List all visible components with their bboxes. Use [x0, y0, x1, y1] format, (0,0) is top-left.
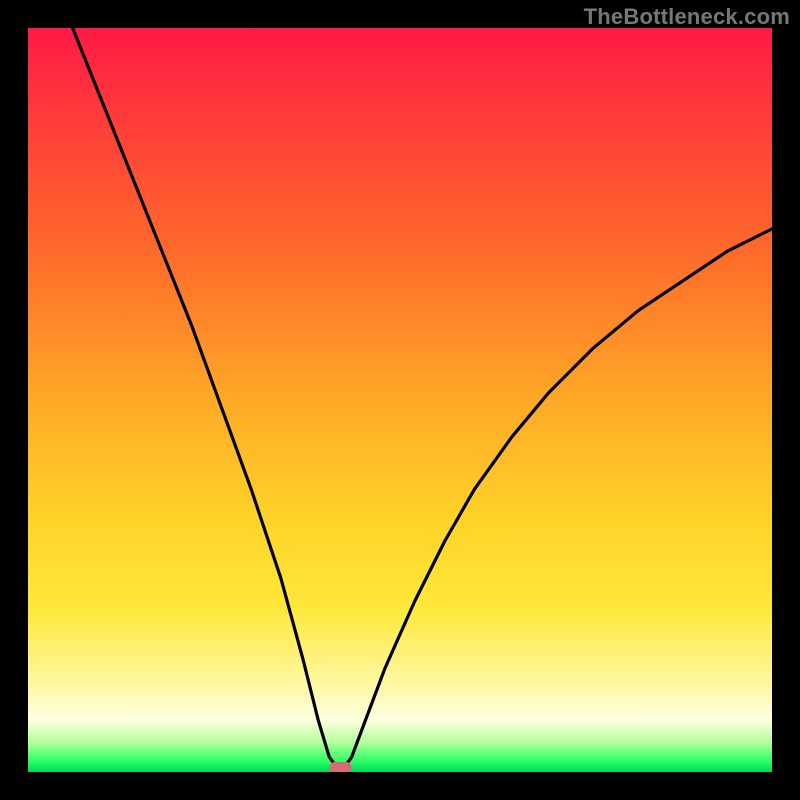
- chart-frame: TheBottleneck.com: [0, 0, 800, 800]
- watermark-text: TheBottleneck.com: [584, 4, 790, 30]
- minimum-marker: [329, 762, 351, 772]
- curve-layer: [28, 28, 772, 772]
- bottleneck-curve: [73, 28, 772, 772]
- plot-area: [28, 28, 772, 772]
